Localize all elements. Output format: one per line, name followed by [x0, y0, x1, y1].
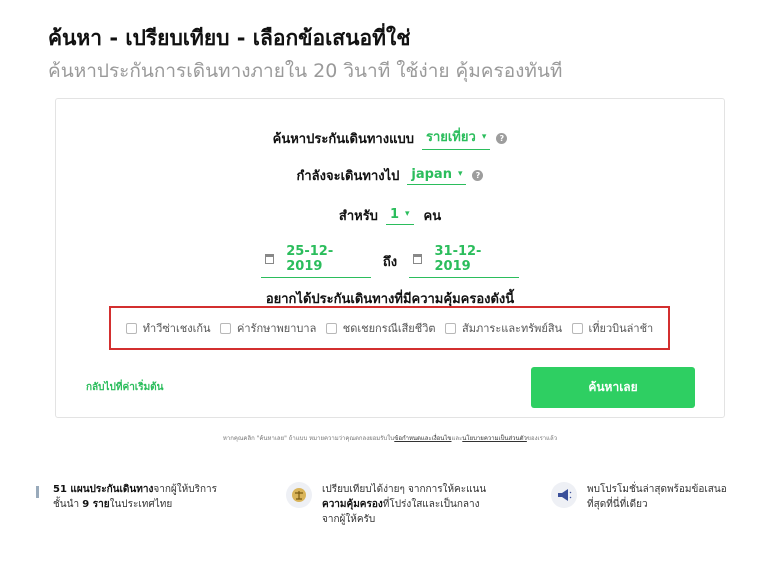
- feature-promo: พบโปรโมชั่นล่าสุดพร้อมข้อเสนอ ที่สุดที่น…: [551, 482, 727, 512]
- calendar-icon: [413, 254, 423, 264]
- destination-value: japan: [411, 166, 452, 182]
- coverage-options: ทำวีซ่าเชงเก้น ค่ารักษาพยาบาล ชดเชยกรณีเ…: [109, 306, 670, 350]
- chevron-down-icon: ▾: [481, 131, 487, 142]
- persons-label: สำหรับ: [338, 209, 378, 224]
- date-to-label: ถึง: [382, 254, 398, 270]
- persons-dropdown[interactable]: 1 ▾: [385, 206, 414, 225]
- feature-bold: ความคุ้มครอง: [322, 499, 383, 510]
- chevron-down-icon: ▾: [457, 169, 463, 179]
- persons-value: 1: [389, 206, 399, 222]
- coverage-option-death[interactable]: ชดเชยกรณีเสียชีวิต: [325, 319, 436, 337]
- date-row: 25-12-2019 ถึง 31-12-2019: [56, 244, 724, 278]
- coverage-label: สัมภาระและทรัพย์สิน: [462, 322, 563, 335]
- terms-notice: หากคุณคลิก "ค้นหาเลย" ถ้าแบบ หมายความว่า…: [0, 433, 780, 443]
- help-icon[interactable]: ?: [496, 132, 508, 144]
- feature-text: ในประเทศไทย: [109, 499, 173, 510]
- terms-prefix: หากคุณคลิก "ค้นหาเลย" ถ้าแบบ หมายความว่า…: [222, 435, 395, 442]
- reset-defaults-link[interactable]: กลับไปที่ค่าเริ่มต้น: [86, 380, 164, 395]
- terms-middle: และ: [451, 435, 463, 442]
- checkbox[interactable]: [220, 322, 231, 334]
- trip-type-label: ค้นหาประกันเดินทางแบบ: [272, 131, 414, 147]
- coverage-option-flight-delay[interactable]: เที่ยวบินล่าช้า: [571, 319, 654, 337]
- checkbox[interactable]: [571, 322, 583, 334]
- coverage-option-schengen[interactable]: ทำวีซ่าเชงเก้น: [125, 319, 211, 337]
- search-form-card: ค้นหาประกันเดินทางแบบ รายเที่ยว ▾ ? กำลั…: [55, 98, 725, 418]
- feature-compare: เปรียบเทียบได้ง่ายๆ จากการให้คะแนน ความค…: [286, 482, 486, 527]
- trip-type-row: ค้นหาประกันเดินทางแบบ รายเที่ยว ▾ ?: [56, 126, 724, 150]
- page-title: ค้นหา - เปรียบเทียบ - เลือกข้อเสนอที่ใช่: [48, 26, 411, 50]
- terms-link[interactable]: ข้อกำหนดและเงื่อนไข: [394, 435, 451, 442]
- coverage-label: ทำวีซ่าเชงเก้น: [142, 322, 211, 335]
- coverage-option-medical[interactable]: ค่ารักษาพยาบาล: [220, 319, 316, 337]
- scale-icon: [286, 482, 312, 508]
- feature-text: เปรียบเทียบได้ง่ายๆ จากการให้คะแนน: [322, 484, 487, 495]
- checkbox[interactable]: [125, 322, 137, 334]
- coverage-label: ค่ารักษาพยาบาล: [237, 322, 317, 335]
- destination-label: กำลังจะเดินทางไป: [296, 169, 400, 184]
- trip-type-dropdown[interactable]: รายเที่ยว ▾: [421, 126, 491, 150]
- destination-row: กำลังจะเดินทางไป japan ▾ ?: [56, 165, 724, 186]
- date-to-field[interactable]: 31-12-2019: [409, 244, 520, 278]
- info-bar-icon: [36, 486, 39, 498]
- page-subtitle: ค้นหาประกันการเดินทางภายใน 20 วินาที ใช้…: [48, 60, 563, 82]
- date-from-field[interactable]: 25-12-2019: [260, 244, 371, 278]
- checkbox[interactable]: [445, 322, 457, 334]
- date-from-value: 25-12-2019: [286, 244, 334, 274]
- feature-bold: 51 แผนประกันเดินทาง: [53, 484, 154, 495]
- feature-text: ชั้นนำ: [53, 499, 83, 510]
- date-to-value: 31-12-2019: [434, 244, 482, 274]
- help-icon[interactable]: ?: [472, 170, 484, 181]
- megaphone-icon: [551, 482, 577, 508]
- feature-bold: 9 ราย: [82, 499, 110, 510]
- feature-text: จากผู้ให้บริการ: [153, 484, 217, 495]
- calendar-icon: [264, 254, 275, 264]
- chevron-down-icon: ▾: [404, 209, 410, 219]
- persons-unit: คน: [423, 209, 442, 224]
- feature-plans: 51 แผนประกันเดินทางจากผู้ให้บริการ ชั้นน…: [36, 482, 217, 512]
- terms-suffix: ของเราแล้ว: [526, 435, 558, 442]
- trip-type-value: รายเที่ยว: [425, 130, 476, 145]
- destination-dropdown[interactable]: japan ▾: [407, 166, 467, 185]
- feature-text: พบโปรโมชั่นล่าสุดพร้อมข้อเสนอ: [587, 484, 727, 495]
- feature-text: จากผู้ให้ครับ: [322, 514, 376, 525]
- privacy-link[interactable]: นโยบายความเป็นส่วนตัว: [462, 435, 527, 442]
- feature-text: ที่โปร่งใสและเป็นกลาง: [382, 499, 480, 510]
- coverage-option-baggage[interactable]: สัมภาระและทรัพย์สิน: [445, 319, 562, 337]
- coverage-label: เที่ยวบินล่าช้า: [588, 322, 654, 335]
- coverage-label: ชดเชยกรณีเสียชีวิต: [342, 322, 436, 335]
- persons-row: สำหรับ 1 ▾ คน: [56, 205, 724, 226]
- checkbox[interactable]: [325, 322, 337, 334]
- feature-text: ที่สุดที่นี่ที่เดียว: [587, 499, 648, 510]
- search-button[interactable]: ค้นหาเลย: [531, 367, 695, 408]
